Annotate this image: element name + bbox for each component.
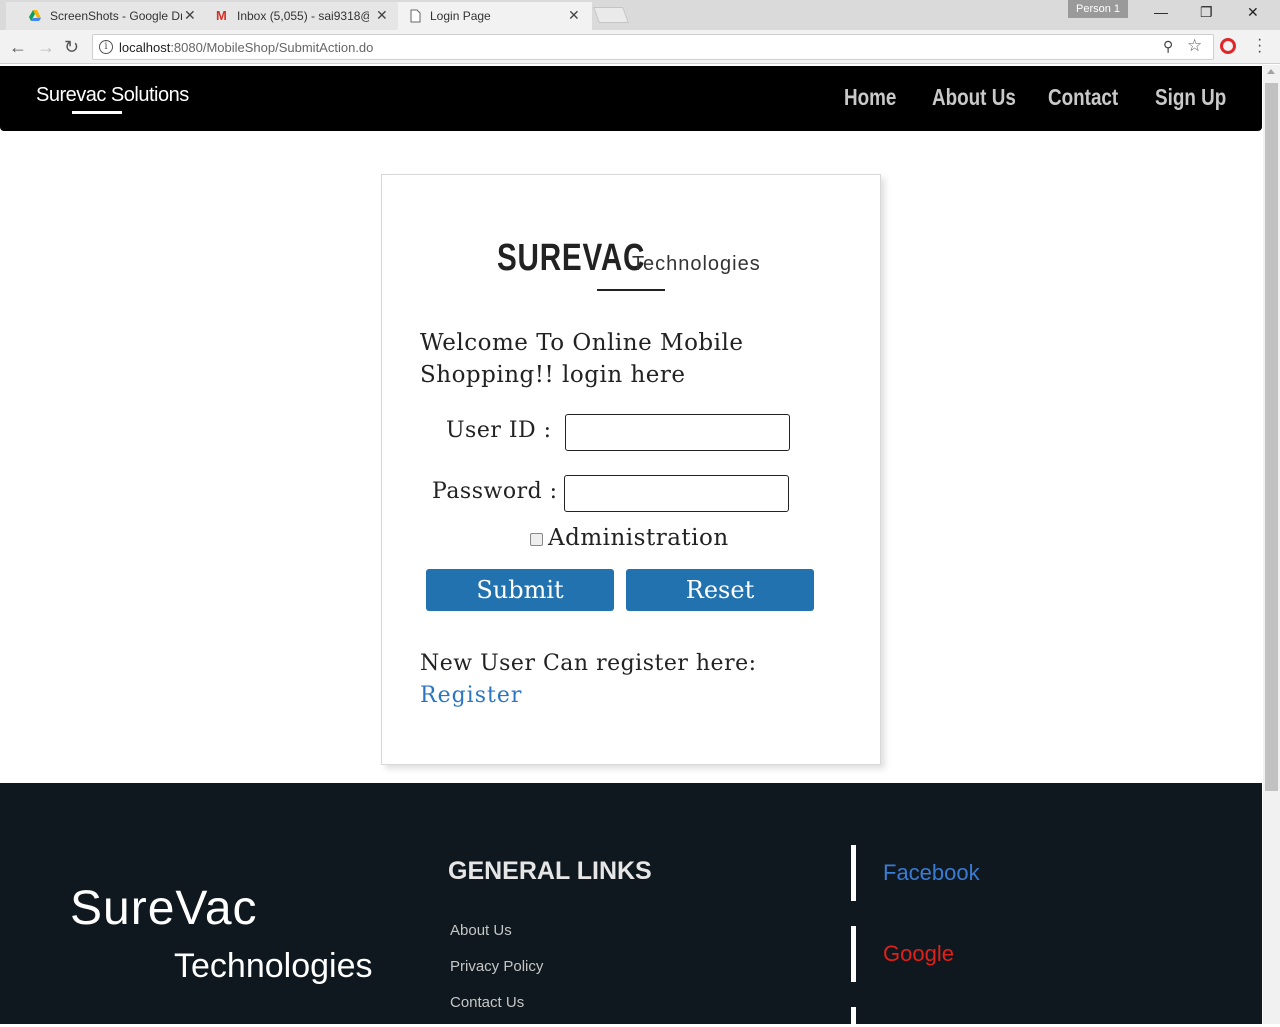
bookmark-star-icon[interactable]: ☆ <box>1187 36 1202 56</box>
nav-home[interactable]: Home <box>844 84 896 111</box>
nav-contact[interactable]: Contact <box>1048 84 1118 111</box>
profile-button[interactable]: Person 1 <box>1068 0 1128 18</box>
nav-about-us[interactable]: About Us <box>932 84 1016 111</box>
back-icon[interactable]: ← <box>9 37 27 58</box>
general-links-heading: GENERAL LINKS <box>448 857 652 885</box>
administration-label: Administration <box>548 525 729 551</box>
password-input[interactable] <box>564 475 789 512</box>
brand-underline <box>72 111 122 114</box>
close-tab-icon[interactable]: ✕ <box>376 7 388 24</box>
footer-logo-title: SureVac <box>70 882 258 935</box>
tab-title: Login Page <box>430 9 491 23</box>
tab-inbox[interactable]: M Inbox (5,055) - sai9318@ ✕ <box>206 2 398 30</box>
close-tab-icon[interactable]: ✕ <box>184 7 196 24</box>
menu-icon[interactable]: · · · <box>1257 32 1262 60</box>
gmail-icon: M <box>216 8 227 23</box>
forward-icon[interactable]: → <box>37 37 55 58</box>
google-drive-icon <box>29 10 41 21</box>
brand-logo[interactable]: Surevac Solutions <box>36 84 189 107</box>
page-icon <box>410 9 421 23</box>
close-tab-icon[interactable]: ✕ <box>568 7 580 24</box>
submit-button[interactable]: Submit <box>426 569 614 611</box>
info-icon[interactable]: i <box>99 40 113 54</box>
site-footer: SureVac Technologies GENERAL LINKS About… <box>0 783 1262 1027</box>
site-header: Surevac Solutions Home About Us Contact … <box>0 66 1262 131</box>
password-label: Password : <box>432 479 558 504</box>
register-link[interactable]: Register <box>420 683 522 708</box>
footer-logo-subtitle: Technologies <box>174 947 373 985</box>
tab-title: ScreenShots - Google Dr <box>50 9 182 23</box>
tab-screenshots[interactable]: ScreenShots - Google Dr ✕ <box>6 2 206 30</box>
userid-label: User ID : <box>446 418 552 443</box>
welcome-text: Welcome To Online Mobile Shopping!! logi… <box>420 330 744 388</box>
browser-toolbar: ← → ↻ i localhost:8080/MobileShop/Submit… <box>0 30 1280 64</box>
reload-icon[interactable]: ↻ <box>64 37 79 58</box>
login-card: SUREVAC Technologies Welcome To Online M… <box>381 174 881 765</box>
administration-checkbox[interactable] <box>530 533 543 546</box>
close-window-icon[interactable]: ✕ <box>1247 4 1259 21</box>
tab-login-page[interactable]: Login Page ✕ <box>398 2 592 30</box>
logo-underline <box>597 289 665 291</box>
url-text: localhost:8080/MobileShop/SubmitAction.d… <box>119 40 374 55</box>
opera-icon[interactable] <box>1220 38 1236 54</box>
browser-tabstrip: ScreenShots - Google Dr ✕ M Inbox (5,055… <box>0 0 1280 30</box>
restore-icon[interactable]: ❐ <box>1200 4 1213 21</box>
minimize-icon[interactable]: — <box>1154 4 1168 20</box>
footer-link-about-us[interactable]: About Us <box>450 922 512 939</box>
reset-button[interactable]: Reset <box>626 569 814 611</box>
nav-sign-up[interactable]: Sign Up <box>1155 84 1226 111</box>
address-bar[interactable]: i localhost:8080/MobileShop/SubmitAction… <box>92 34 1214 60</box>
userid-input[interactable] <box>565 414 790 451</box>
tab-title: Inbox (5,055) - sai9318@ <box>237 9 369 23</box>
scroll-up-icon[interactable] <box>1267 69 1275 74</box>
page-scrollbar[interactable] <box>1263 65 1280 1024</box>
google-link[interactable]: Google <box>883 941 954 967</box>
footer-link-contact-us[interactable]: Contact Us <box>450 994 524 1011</box>
divider-bar <box>851 1007 856 1027</box>
divider-bar <box>851 926 856 982</box>
footer-link-privacy-policy[interactable]: Privacy Policy <box>450 958 543 975</box>
logo-title: SUREVAC <box>497 237 646 279</box>
new-tab-button[interactable] <box>593 7 629 23</box>
logo-subtitle: Technologies <box>632 253 761 275</box>
scrollbar-thumb[interactable] <box>1265 83 1278 791</box>
zoom-icon[interactable]: ⚲ <box>1163 38 1173 55</box>
new-user-text: New User Can register here: <box>420 651 757 676</box>
facebook-link[interactable]: Facebook <box>883 860 980 886</box>
divider-bar <box>851 845 856 901</box>
